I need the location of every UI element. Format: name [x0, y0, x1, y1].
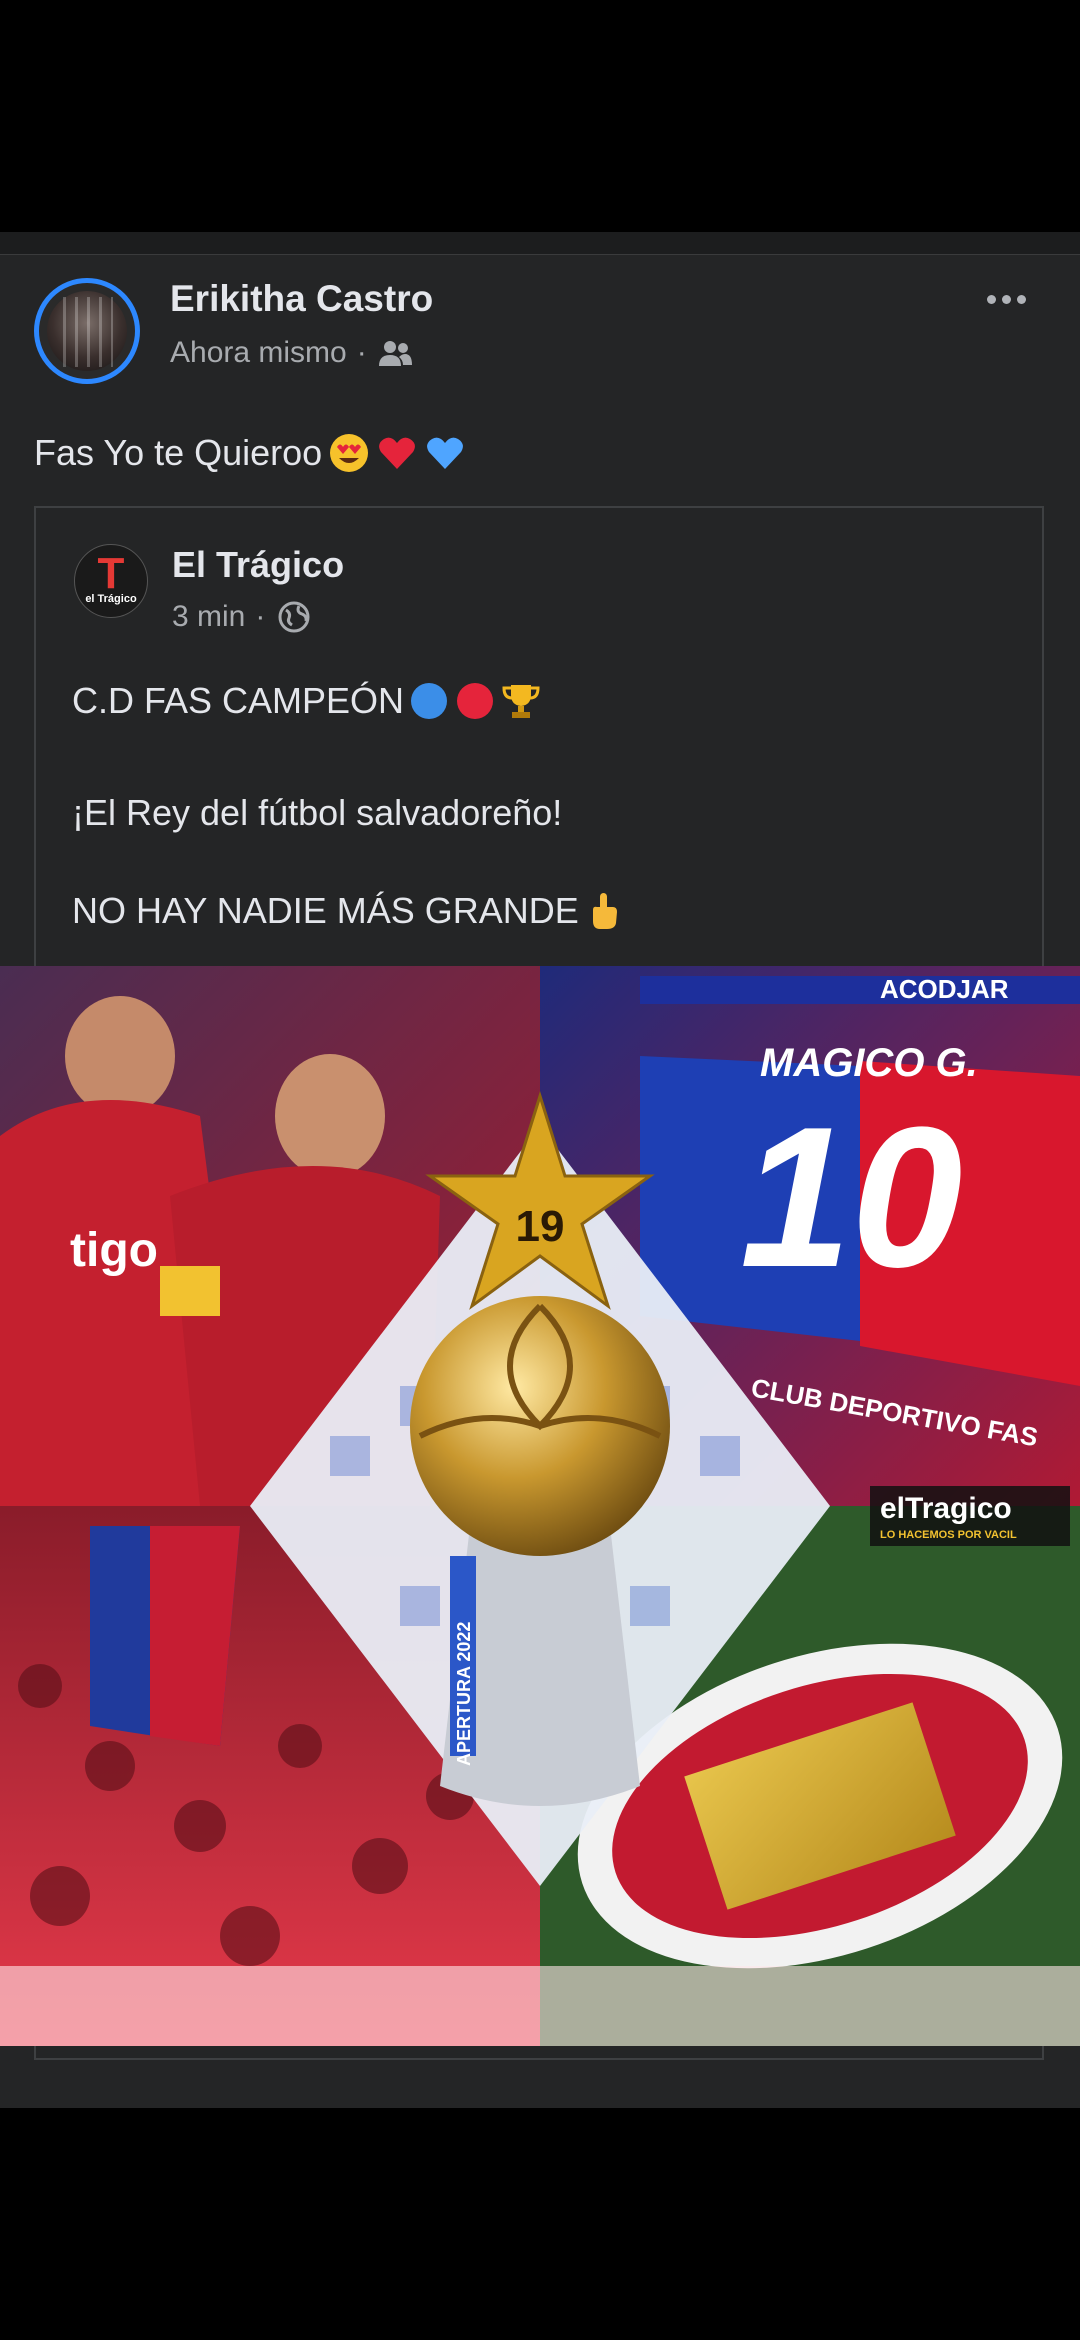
- navigation-bar-area: [0, 2108, 1080, 2340]
- more-dot: [986, 294, 996, 304]
- status-bar-area: [0, 0, 1080, 232]
- heart-eyes-emoji: [330, 434, 369, 472]
- collage-graphic: tigo ACODJAR MAGICO G. 10 CLUB DEPORTIVO…: [0, 966, 1080, 2046]
- jersey-sponsor: tigo: [70, 1224, 158, 1277]
- meta-separator: ·: [356, 336, 367, 369]
- friends-icon[interactable]: [377, 338, 413, 368]
- meta-separator: ·: [255, 600, 266, 633]
- shared-meta: 3 min ·: [172, 600, 311, 634]
- post-text: Fas Yo te Quieroo: [34, 432, 466, 474]
- more-dot: [1016, 294, 1026, 304]
- globe-icon[interactable]: [277, 600, 311, 634]
- trophy-emoji: [502, 685, 540, 718]
- shared-author-name[interactable]: El Trágico: [172, 544, 344, 586]
- tifo-number: 10: [740, 1086, 962, 1309]
- shared-timestamp[interactable]: 3 min: [172, 600, 245, 634]
- red-circle-emoji: [457, 683, 494, 719]
- shared-author-logo[interactable]: T el Trágico: [74, 544, 148, 618]
- trophy-ribbon: APERTURA 2022: [454, 1622, 474, 1766]
- tifo-name: MAGICO G.: [760, 1041, 978, 1085]
- shared-line-2: ¡El Rey del fútbol salvadoreño!: [72, 792, 562, 834]
- pointing-up-emoji: [592, 893, 617, 929]
- more-dot: [1001, 294, 1011, 304]
- logo-letter: T: [97, 549, 125, 598]
- shared-line-1-text: C.D FAS CAMPEÓN: [72, 680, 405, 721]
- star-number: 19: [516, 1202, 565, 1251]
- author-avatar[interactable]: [34, 278, 140, 384]
- author-name[interactable]: Erikitha Castro: [170, 278, 433, 320]
- post-meta: Ahora mismo ·: [170, 336, 413, 370]
- logo-caption: el Trágico: [85, 593, 137, 605]
- watermark: elTragico: [880, 1492, 1012, 1525]
- post-image[interactable]: tigo ACODJAR MAGICO G. 10 CLUB DEPORTIVO…: [0, 966, 1080, 2046]
- avatar-texture: [63, 297, 113, 367]
- watermark-sub: LO HACEMOS POR VACIL: [880, 1529, 1017, 1541]
- sponsor-text: ACODJAR: [880, 974, 1009, 1004]
- more-options-button[interactable]: [976, 284, 1036, 314]
- shared-line-1: C.D FAS CAMPEÓN: [72, 680, 542, 722]
- shared-line-3-text: NO HAY NADIE MÁS GRANDE: [72, 890, 579, 931]
- post-separator: [0, 232, 1080, 255]
- post-timestamp[interactable]: Ahora mismo: [170, 336, 347, 370]
- blue-heart-emoji: [427, 437, 464, 469]
- post-message: Fas Yo te Quieroo: [34, 432, 323, 473]
- shared-line-2-text: ¡El Rey del fútbol salvadoreño!: [72, 792, 563, 833]
- blue-circle-emoji: [411, 683, 448, 719]
- shared-line-3: NO HAY NADIE MÁS GRANDE: [72, 890, 625, 932]
- red-heart-emoji: [379, 437, 416, 469]
